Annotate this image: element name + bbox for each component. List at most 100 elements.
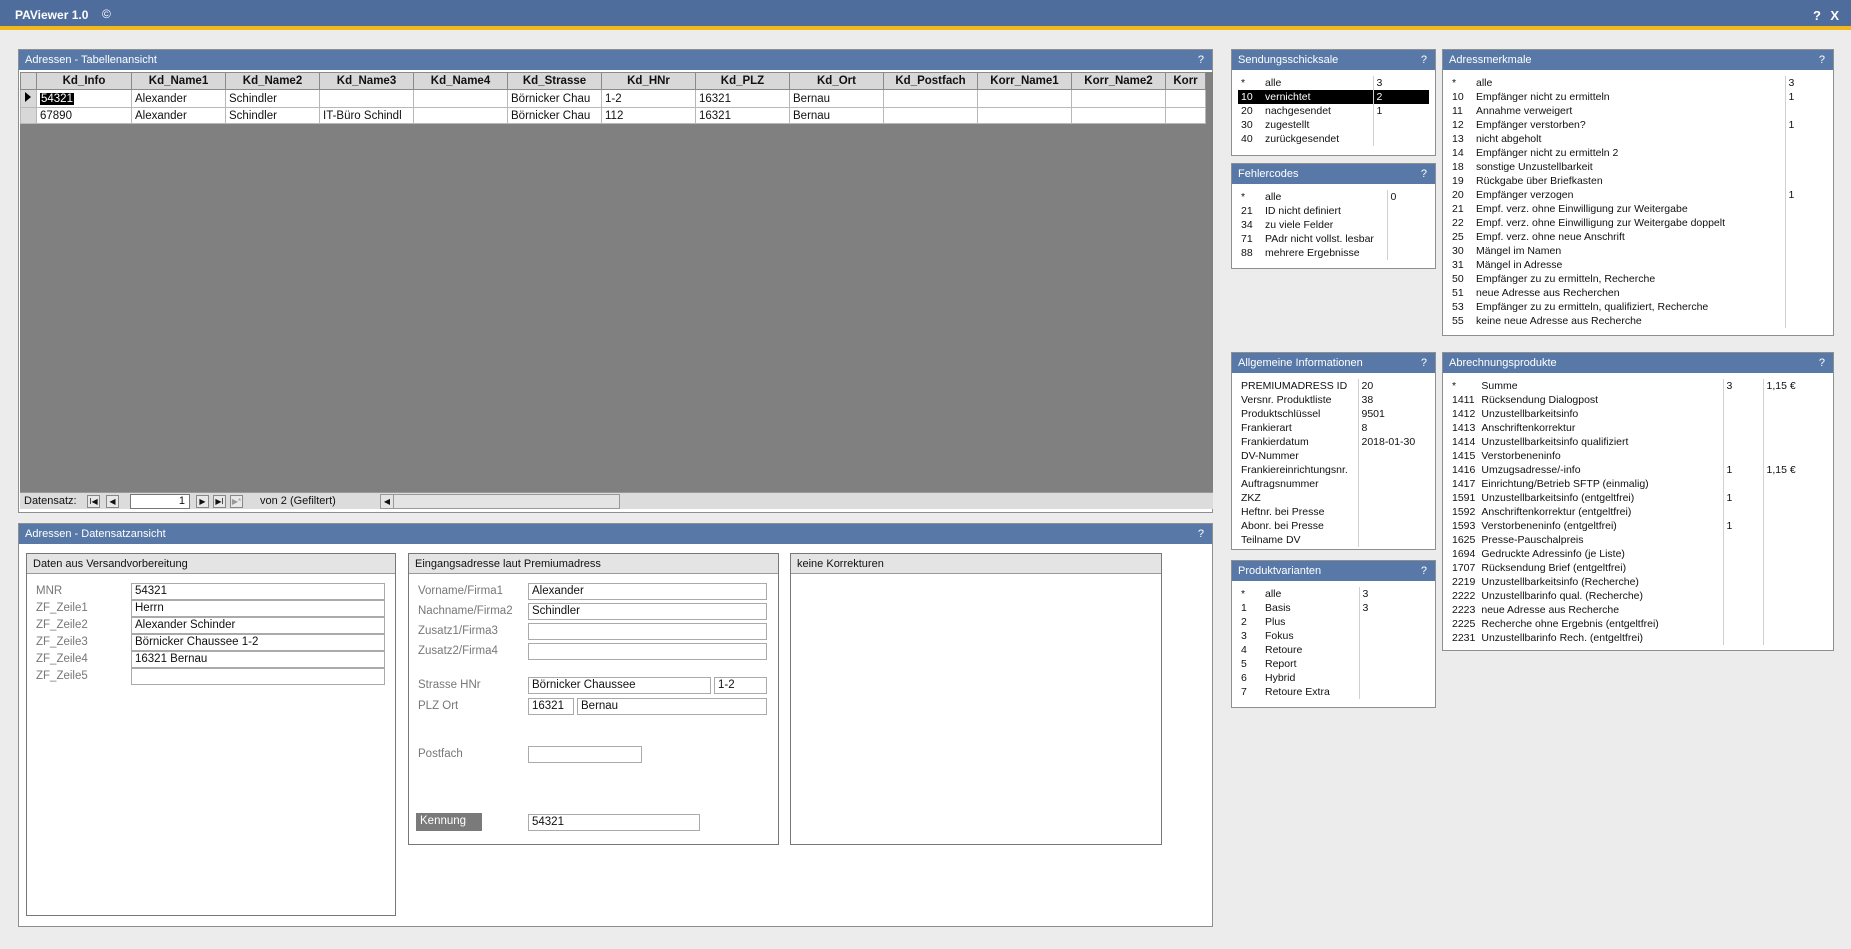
plz-field[interactable]: 16321 (528, 698, 574, 715)
table-cell[interactable]: Börnicker Chau (507, 89, 602, 108)
table-cell[interactable] (1165, 107, 1206, 124)
list-item[interactable]: 53 Empfänger zu zu ermitteln, qualifizier… (1449, 300, 1827, 314)
vorname-field[interactable]: Alexander (528, 583, 767, 600)
list-item[interactable]: 7 Retoure Extra (1238, 685, 1429, 699)
next-record-button[interactable]: ▶ (196, 495, 209, 508)
list-item[interactable]: 3 Fokus (1238, 629, 1429, 643)
record-number-input[interactable]: 1 (130, 494, 190, 509)
list-item[interactable]: Frankierart 8 (1238, 421, 1429, 435)
column-header[interactable]: Kd_Name4 (413, 72, 508, 90)
column-header[interactable]: Kd_PLZ (695, 72, 790, 90)
table-cell[interactable]: 67890 (36, 107, 132, 124)
data-grid[interactable]: Kd_Info Kd_Name1 Kd_Name2 Kd_Name3 Kd_Name4 K… (20, 72, 1213, 492)
column-header[interactable]: Korr (1165, 72, 1206, 90)
list-item[interactable]: 12 Empfänger verstorben? 1 (1449, 118, 1827, 132)
list-item[interactable]: 11 Annahme verweigert (1449, 104, 1827, 118)
list-item[interactable]: 1 Basis 3 (1238, 601, 1429, 615)
table-cell[interactable]: Börnicker Chau (507, 107, 602, 124)
list-item[interactable]: 71 PAdr nicht vollst. lesbar (1238, 232, 1429, 246)
first-record-button[interactable]: I◀ (87, 495, 100, 508)
list-item[interactable]: 1625 Presse-Pauschalpreis (1449, 533, 1827, 547)
list-item[interactable]: 14 Empfänger nicht zu ermitteln 2 (1449, 146, 1827, 160)
list-item[interactable]: 1593 Verstorbeneninfo (entgeltfrei) 1 (1449, 519, 1827, 533)
versand-field[interactable]: Herrn (131, 600, 385, 617)
previous-record-button[interactable]: ◀ (106, 495, 119, 508)
list-item[interactable]: 51 neue Adresse aus Recherchen (1449, 286, 1827, 300)
list-item[interactable]: Frankierdatum 2018-01-30 (1238, 435, 1429, 449)
column-header[interactable]: Kd_Name3 (319, 72, 414, 90)
list-item[interactable]: 21 ID nicht definiert (1238, 204, 1429, 218)
list-item[interactable]: 13 nicht abgeholt (1449, 132, 1827, 146)
column-header[interactable]: Kd_Name1 (131, 72, 226, 90)
list-item[interactable]: 1412 Unzustellbarkeitsinfo (1449, 407, 1827, 421)
copyright-icon[interactable]: © (102, 7, 111, 21)
list-item[interactable]: 2222 Unzustellbarinfo qual. (Recherche) (1449, 589, 1827, 603)
strasse-field[interactable]: Börnicker Chaussee (528, 677, 711, 694)
table-cell[interactable] (977, 107, 1072, 124)
list-item[interactable]: Teilname DV (1238, 533, 1429, 547)
list-item[interactable]: 1415 Verstorbeneninfo (1449, 449, 1827, 463)
list-item[interactable]: Versnr. Produktliste 38 (1238, 393, 1429, 407)
table-cell[interactable]: IT-Büro Schindl (319, 107, 414, 124)
postfach-field[interactable] (528, 746, 642, 763)
last-record-button[interactable]: ▶I (213, 495, 226, 508)
table-cell[interactable]: Bernau (789, 89, 884, 108)
column-header[interactable]: Kd_Postfach (883, 72, 978, 90)
zusatz2-field[interactable] (528, 643, 767, 660)
table-cell[interactable] (883, 89, 978, 108)
table-cell[interactable]: 1-2 (601, 89, 696, 108)
list-item[interactable]: 5 Report (1238, 657, 1429, 671)
column-header[interactable]: Kd_Ort (789, 72, 884, 90)
current-row-icon[interactable] (20, 89, 37, 108)
versand-field[interactable]: Börnicker Chaussee 1-2 (131, 634, 385, 651)
list-item[interactable]: Heftnr. bei Presse (1238, 505, 1429, 519)
hnr-field[interactable]: 1-2 (714, 677, 767, 694)
table-cell[interactable]: Bernau (789, 107, 884, 124)
list-item[interactable]: 55 keine neue Adresse aus Recherche (1449, 314, 1827, 328)
table-row[interactable]: 54321 Alexander Schindler Börnicker Chau 1-2… (20, 89, 1206, 108)
list-item[interactable]: 22 Empf. verz. ohne Einwilligung zur Weit… (1449, 216, 1827, 230)
list-item[interactable]: * alle 3 (1238, 76, 1429, 90)
list-item[interactable]: 4 Retoure (1238, 643, 1429, 657)
list-item[interactable]: 25 Empf. verz. ohne neue Anschrift (1449, 230, 1827, 244)
list-item[interactable]: 1592 Anschriftenkorrektur (entgeltfrei) (1449, 505, 1827, 519)
table-cell[interactable]: 16321 (695, 89, 790, 108)
nachname-field[interactable]: Schindler (528, 603, 767, 620)
list-item[interactable]: 2231 Unzustellbarinfo Rech. (entgeltfrei) (1449, 631, 1827, 645)
list-item[interactable]: 34 zu viele Felder (1238, 218, 1429, 232)
list-item[interactable]: 1413 Anschriftenkorrektur (1449, 421, 1827, 435)
list-item[interactable]: 20 Empfänger verzogen 1 (1449, 188, 1827, 202)
list-item[interactable]: 1707 Rücksendung Brief (entgeltfrei) (1449, 561, 1827, 575)
list-item[interactable]: 6 Hybrid (1238, 671, 1429, 685)
list-item[interactable]: 1411 Rücksendung Dialogpost (1449, 393, 1827, 407)
table-cell[interactable]: Schindler (225, 89, 320, 108)
table-cell[interactable]: 112 (601, 107, 696, 124)
table-cell[interactable] (413, 107, 508, 124)
list-item[interactable]: 50 Empfänger zu zu ermitteln, Recherche (1449, 272, 1827, 286)
table-cell[interactable]: Alexander (131, 107, 226, 124)
table-cell[interactable]: 16321 (695, 107, 790, 124)
list-item[interactable]: Auftragsnummer (1238, 477, 1429, 491)
list-item[interactable]: 1416 Umzugsadresse/-info 1 1,15 € (1449, 463, 1827, 477)
list-item[interactable]: 18 sonstige Unzustellbarkeit (1449, 160, 1827, 174)
close-icon[interactable]: X (1830, 8, 1839, 23)
list-item[interactable]: 21 Empf. verz. ohne Einwilligung zur Weit… (1449, 202, 1827, 216)
table-cell[interactable] (883, 107, 978, 124)
table-cell[interactable] (413, 89, 508, 108)
table-row[interactable]: 67890 Alexander Schindler IT-Büro Schindl Bö… (20, 107, 1206, 124)
help-icon[interactable]: ? (1421, 54, 1427, 66)
table-cell[interactable] (319, 89, 414, 108)
list-item[interactable]: DV-Nummer (1238, 449, 1429, 463)
help-icon[interactable]: ? (1819, 54, 1825, 66)
column-header[interactable]: Kd_HNr (601, 72, 696, 90)
scroll-left-icon[interactable]: ◀ (381, 495, 394, 508)
help-icon[interactable]: ? (1198, 54, 1204, 66)
row-selector[interactable] (20, 107, 37, 124)
table-cell[interactable] (1071, 89, 1166, 108)
versand-field[interactable]: 16321 Bernau (131, 651, 385, 668)
list-item[interactable]: 19 Rückgabe über Briefkasten (1449, 174, 1827, 188)
list-item[interactable]: * Summe 3 1,15 € (1449, 379, 1827, 393)
list-item[interactable]: Produktschlüssel 9501 (1238, 407, 1429, 421)
zusatz1-field[interactable] (528, 623, 767, 640)
help-icon[interactable]: ? (1421, 357, 1427, 369)
